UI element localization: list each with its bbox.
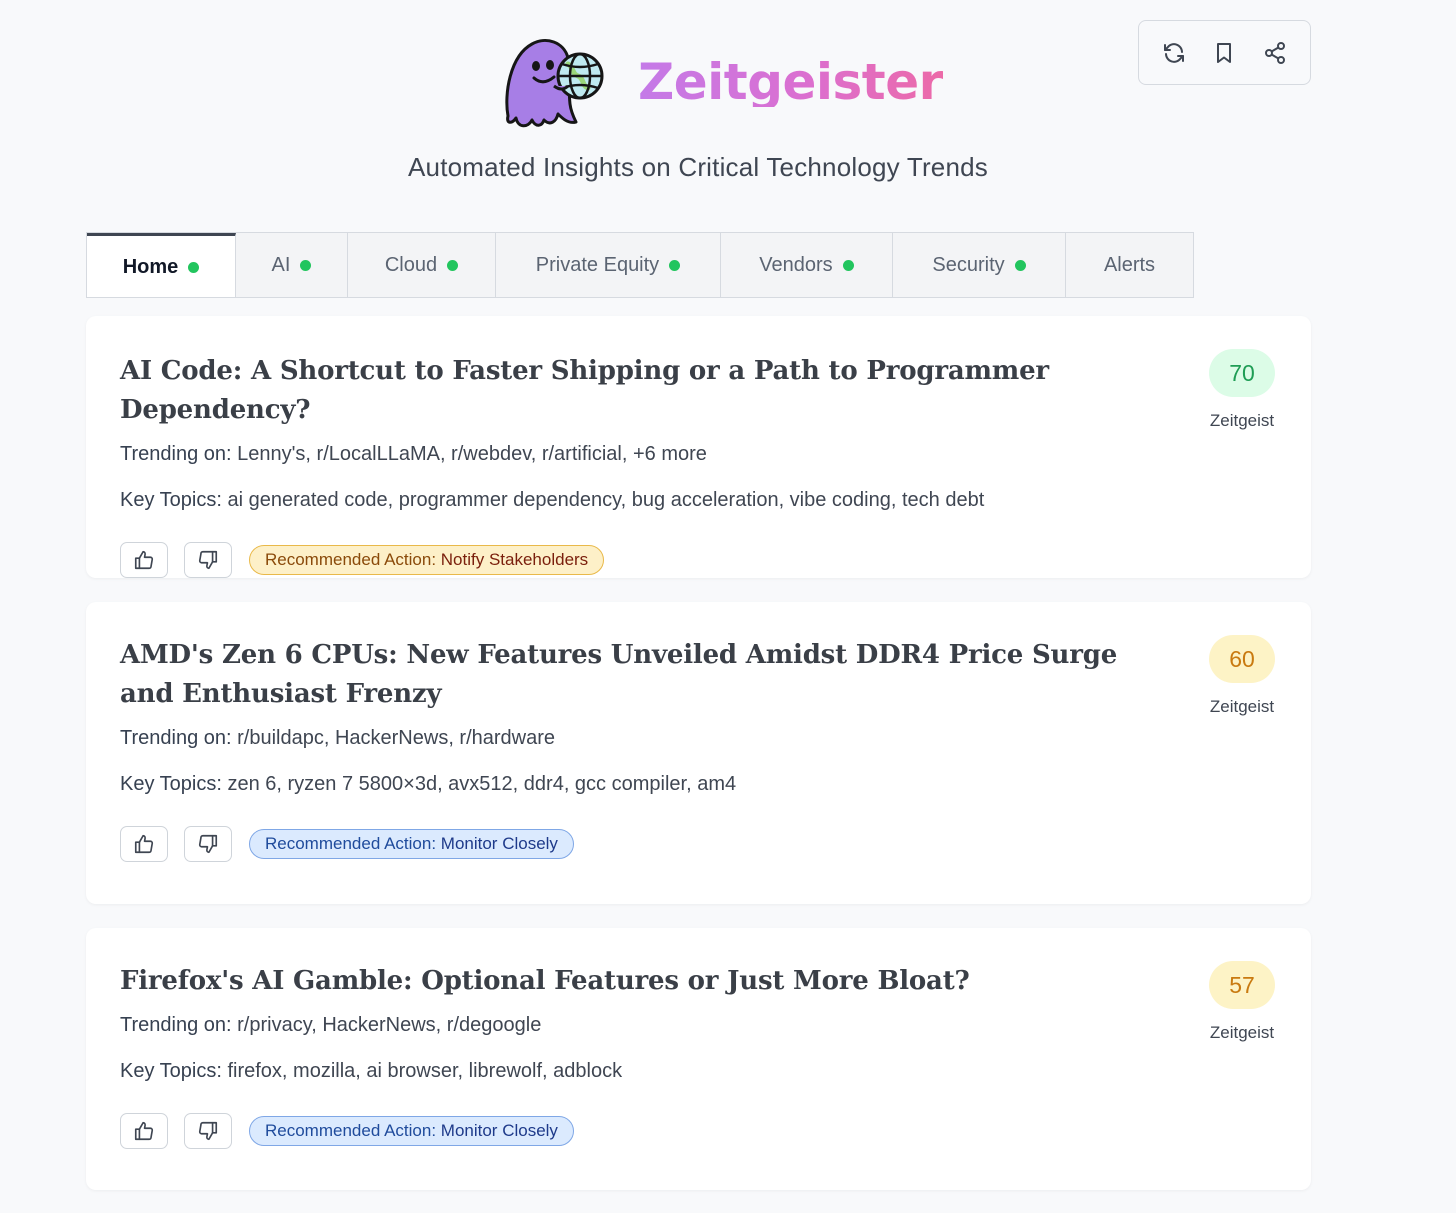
trending-value: r/buildapc, HackerNews, r/hardware bbox=[237, 727, 556, 749]
score-label: Zeitgeist bbox=[1209, 1023, 1275, 1042]
tab-label: Home bbox=[122, 256, 179, 278]
bookmark-button[interactable] bbox=[1207, 36, 1241, 70]
topics-value: firefox, mozilla, ai browser, librewolf,… bbox=[227, 1060, 623, 1082]
status-indicator bbox=[669, 259, 681, 271]
key-topics: Key Topics: ai generated code, programme… bbox=[120, 488, 1277, 512]
action-value: Monitor Closely bbox=[440, 834, 558, 853]
thumbs-down-icon bbox=[198, 834, 218, 854]
tab-label: Cloud bbox=[384, 253, 438, 276]
toolbar bbox=[1138, 20, 1311, 85]
tab-label: AI bbox=[271, 253, 291, 276]
thumbs-up-button[interactable] bbox=[120, 826, 168, 862]
bookmark-icon bbox=[1217, 42, 1232, 63]
topics-value: ai generated code, programmer dependency… bbox=[227, 489, 985, 511]
tab-ai[interactable]: AI bbox=[236, 233, 348, 297]
tab-bar: Home AI Cloud Private Equity Vendors Sec… bbox=[86, 232, 1194, 298]
trending-label: Trending on: bbox=[120, 1014, 232, 1036]
topics-label: Key Topics: bbox=[120, 1060, 222, 1082]
trending-value: Lenny's, r/LocalLLaMA, r/webdev, r/artif… bbox=[237, 443, 707, 465]
thumbs-down-icon bbox=[198, 550, 218, 570]
trend-title[interactable]: AI Code: A Shortcut to Faster Shipping o… bbox=[120, 352, 1120, 430]
action-prefix: Recommended Action: bbox=[265, 550, 437, 569]
tab-private-equity[interactable]: Private Equity bbox=[496, 233, 721, 297]
thumbs-down-button[interactable] bbox=[184, 542, 232, 578]
action-value: Monitor Closely bbox=[440, 1121, 558, 1140]
trending-sources: Trending on: Lenny's, r/LocalLLaMA, r/we… bbox=[120, 442, 1277, 466]
recommended-action-badge: Recommended Action: Notify Stakeholders bbox=[249, 545, 605, 575]
refresh-button[interactable] bbox=[1157, 36, 1191, 70]
trend-card[interactable]: AI Code: A Shortcut to Faster Shipping o… bbox=[86, 316, 1311, 578]
thumbs-up-button[interactable] bbox=[120, 542, 168, 578]
score-value: 70 bbox=[1209, 349, 1275, 397]
zeitgeist-score: 60 Zeitgeist bbox=[1207, 635, 1277, 717]
score-label: Zeitgeist bbox=[1209, 697, 1275, 716]
topics-label: Key Topics: bbox=[120, 773, 222, 795]
app-title: Zeitgeister bbox=[638, 53, 943, 111]
status-indicator bbox=[300, 259, 312, 271]
tab-vendors[interactable]: Vendors bbox=[721, 233, 893, 297]
score-value: 60 bbox=[1209, 635, 1275, 683]
recommended-action-badge: Recommended Action: Monitor Closely bbox=[249, 1116, 574, 1146]
refresh-icon bbox=[1164, 42, 1185, 63]
topics-value: zen 6, ryzen 7 5800×3d, avx512, ddr4, gc… bbox=[227, 773, 737, 795]
key-topics: Key Topics: firefox, mozilla, ai browser… bbox=[120, 1059, 1277, 1083]
card-actions: Recommended Action: Notify Stakeholders bbox=[120, 542, 1277, 578]
score-value: 57 bbox=[1209, 961, 1275, 1009]
trending-label: Trending on: bbox=[120, 727, 232, 749]
share-button[interactable] bbox=[1258, 36, 1292, 70]
tab-alerts[interactable]: Alerts bbox=[1066, 233, 1193, 297]
action-prefix: Recommended Action: bbox=[265, 834, 437, 853]
trend-title[interactable]: AMD's Zen 6 CPUs: New Features Unveiled … bbox=[120, 636, 1120, 714]
tab-label: Private Equity bbox=[535, 253, 660, 276]
thumbs-down-icon bbox=[198, 1121, 218, 1141]
trending-sources: Trending on: r/privacy, HackerNews, r/de… bbox=[120, 1013, 1277, 1037]
trend-title[interactable]: Firefox's AI Gamble: Optional Features o… bbox=[120, 962, 1120, 1001]
trending-sources: Trending on: r/buildapc, HackerNews, r/h… bbox=[120, 726, 1277, 750]
status-indicator bbox=[188, 262, 200, 273]
ghost-holding-globe-icon bbox=[505, 39, 604, 128]
zeitgeist-score: 70 Zeitgeist bbox=[1207, 349, 1277, 431]
thumbs-up-button[interactable] bbox=[120, 1113, 168, 1149]
brand: Zeitgeister bbox=[498, 34, 943, 130]
status-indicator bbox=[842, 259, 854, 271]
thumbs-up-icon bbox=[134, 550, 154, 570]
tab-cloud[interactable]: Cloud bbox=[348, 233, 496, 297]
share-icon bbox=[1264, 41, 1285, 64]
thumbs-down-button[interactable] bbox=[184, 826, 232, 862]
thumbs-down-button[interactable] bbox=[184, 1113, 232, 1149]
tab-label: Vendors bbox=[759, 253, 833, 276]
card-actions: Recommended Action: Monitor Closely bbox=[120, 1113, 1277, 1149]
tab-home[interactable]: Home bbox=[87, 233, 236, 297]
card-actions: Recommended Action: Monitor Closely bbox=[120, 826, 1277, 862]
action-value: Notify Stakeholders bbox=[440, 550, 589, 569]
key-topics: Key Topics: zen 6, ryzen 7 5800×3d, avx5… bbox=[120, 772, 1277, 796]
trend-card[interactable]: Firefox's AI Gamble: Optional Features o… bbox=[86, 928, 1311, 1190]
zeitgeist-score: 57 Zeitgeist bbox=[1207, 961, 1277, 1043]
trending-label: Trending on: bbox=[120, 443, 232, 465]
action-prefix: Recommended Action: bbox=[265, 1121, 437, 1140]
page-subtitle: Automated Insights on Critical Technolog… bbox=[408, 152, 988, 182]
tab-security[interactable]: Security bbox=[893, 233, 1066, 297]
trend-card[interactable]: AMD's Zen 6 CPUs: New Features Unveiled … bbox=[86, 602, 1311, 904]
status-indicator bbox=[447, 259, 459, 271]
tab-label: Alerts bbox=[1103, 253, 1156, 276]
tab-label: Security bbox=[932, 253, 1005, 276]
thumbs-up-icon bbox=[134, 1121, 154, 1141]
recommended-action-badge: Recommended Action: Monitor Closely bbox=[249, 829, 574, 859]
status-indicator bbox=[1014, 259, 1026, 271]
thumbs-up-icon bbox=[134, 834, 154, 854]
trending-value: r/privacy, HackerNews, r/degoogle bbox=[237, 1014, 542, 1036]
topics-label: Key Topics: bbox=[120, 489, 222, 511]
score-label: Zeitgeist bbox=[1209, 411, 1275, 430]
